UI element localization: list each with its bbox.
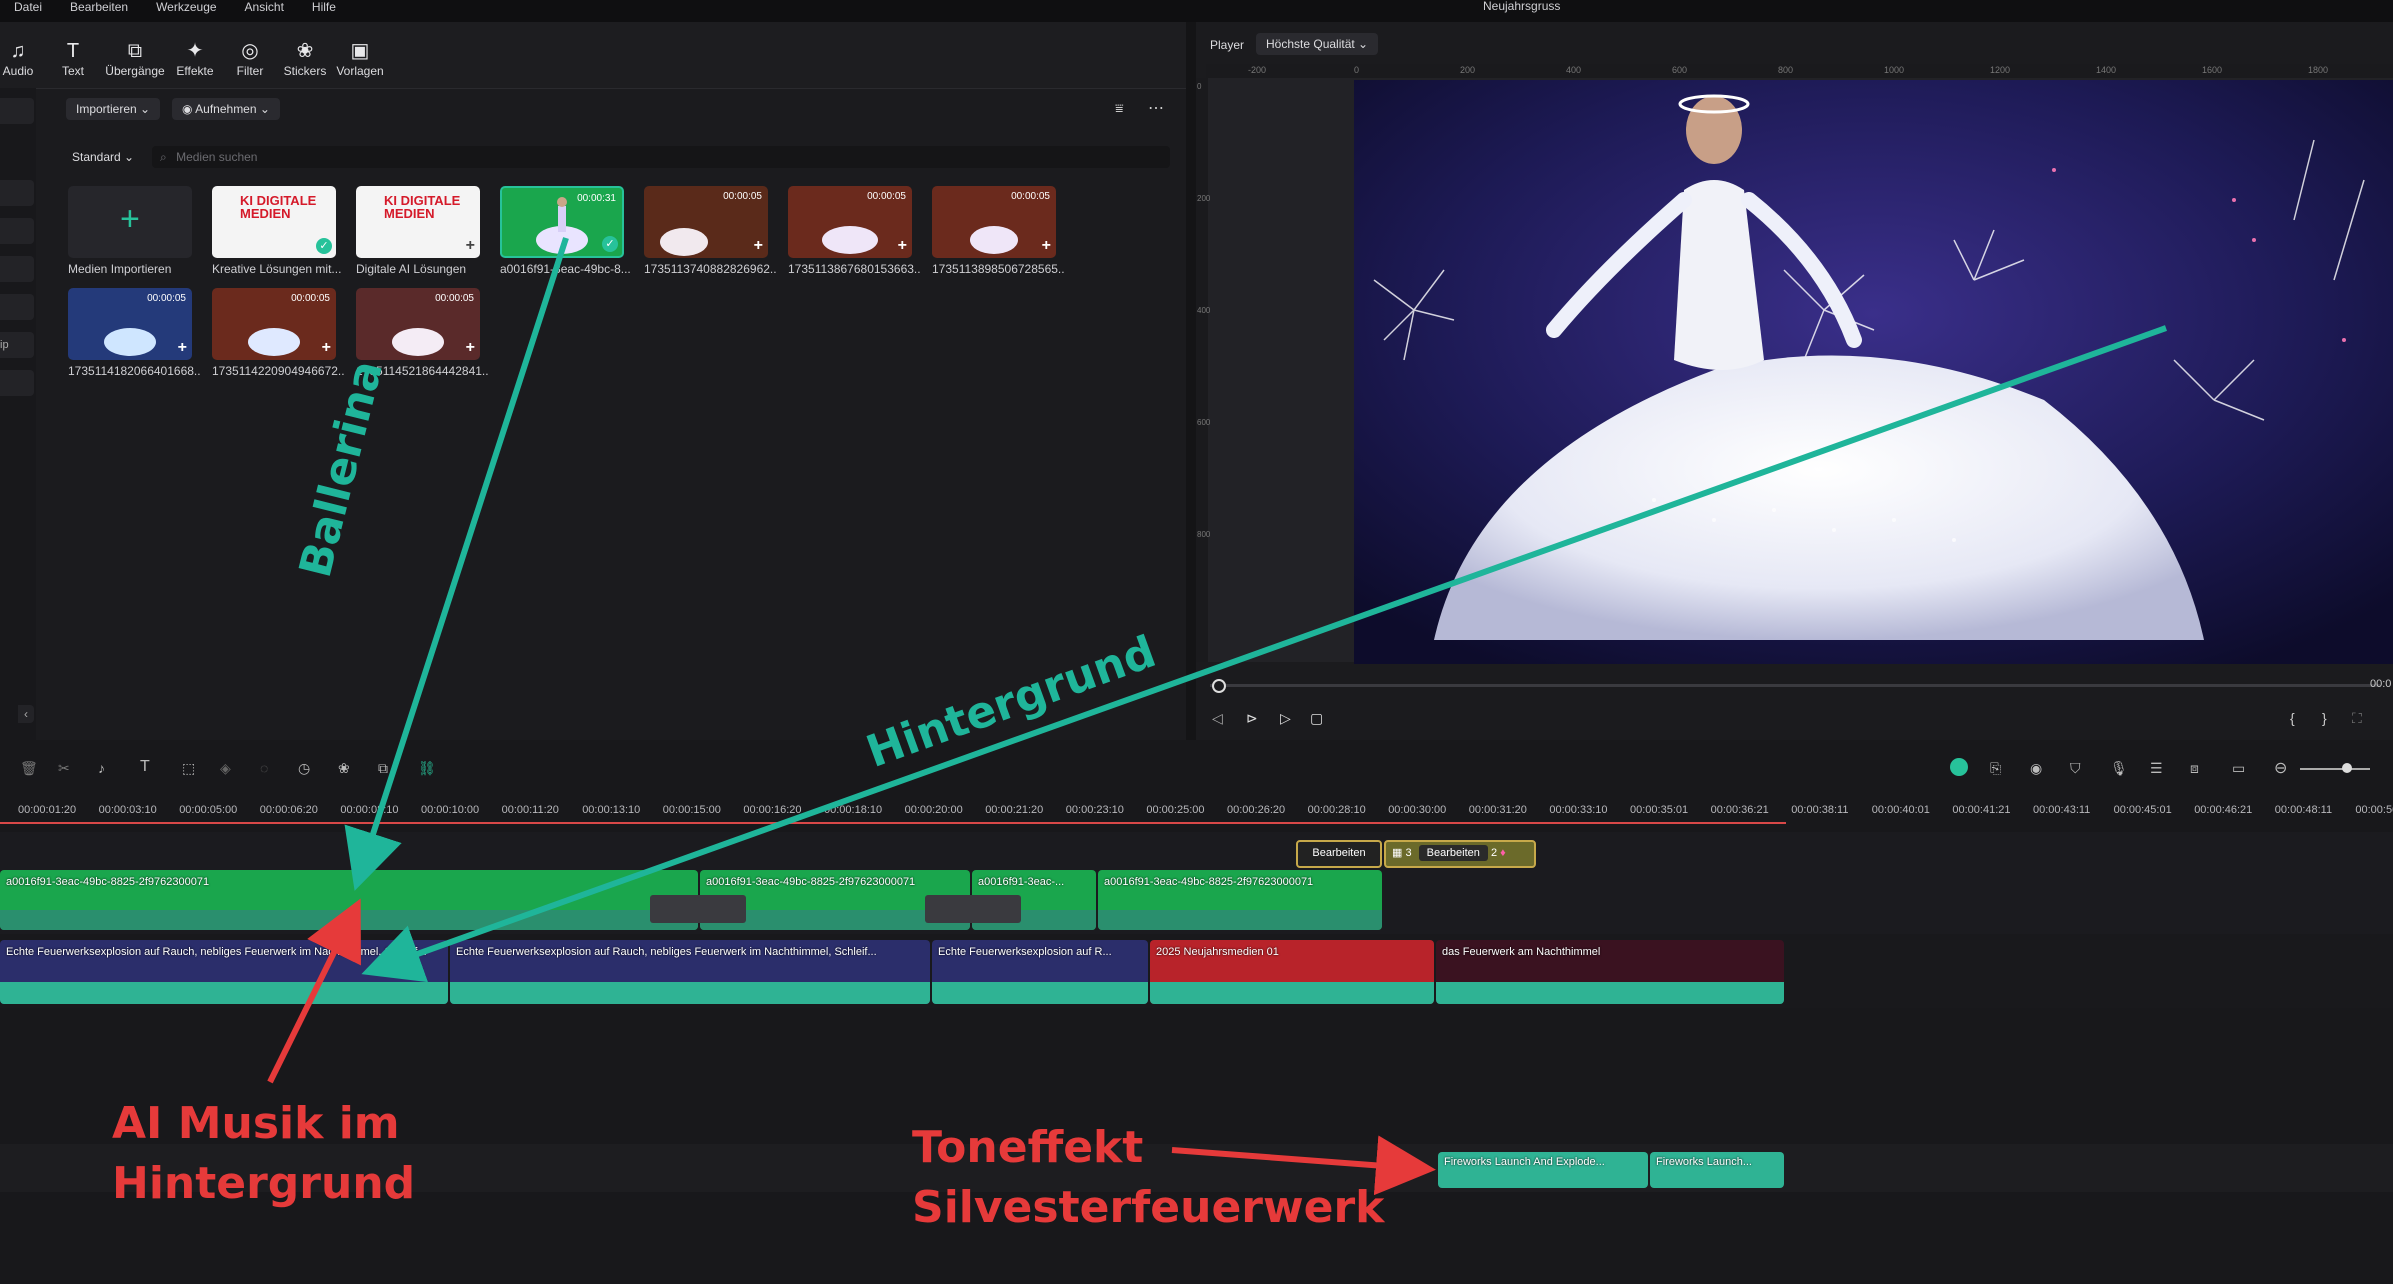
arrow-ballerina (344, 237, 569, 891)
annotation-arrows (267, 237, 2168, 1196)
annotation-ai-musik: AI Musik im Hintergrund (112, 1098, 416, 1209)
arrow-hintergrund (361, 325, 2168, 983)
arrow-ai-musik (267, 898, 361, 1084)
annotation-toneffekt: Toneffekt Silvesterfeuerwerk (912, 1122, 1385, 1233)
